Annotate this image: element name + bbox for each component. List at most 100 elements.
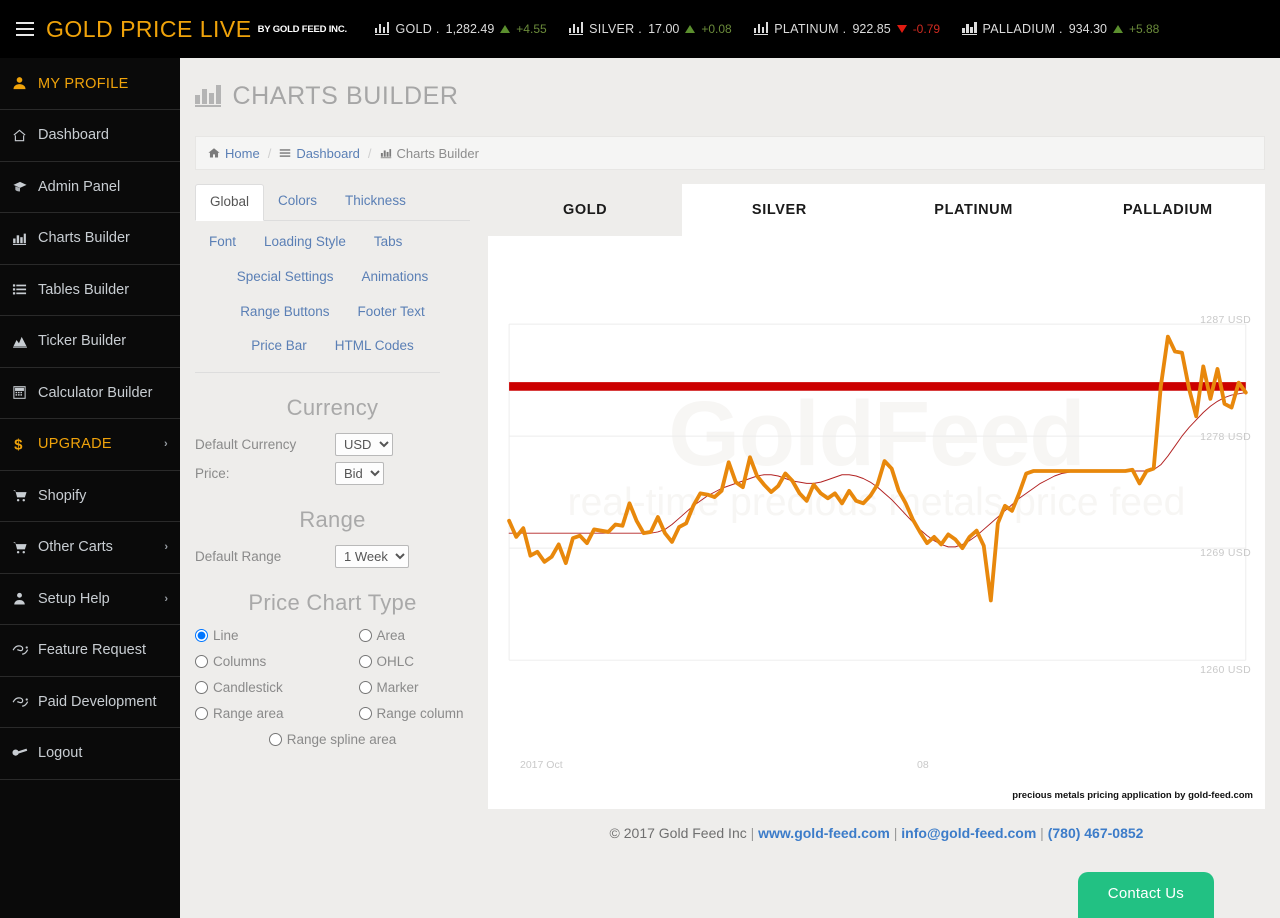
quote-name: SILVER . <box>589 22 643 36</box>
default-currency-label: Default Currency <box>195 437 297 453</box>
settings-tabs-row-2: Font Loading Style Tabs <box>195 221 470 260</box>
settings-tab-tabs[interactable]: Tabs <box>360 225 417 260</box>
chevron-right-icon: › <box>164 592 168 605</box>
sidebar-item-label: UPGRADE <box>38 436 112 453</box>
chart-y-tick-label: 1269 USD <box>1200 547 1251 559</box>
chart-type-radio[interactable] <box>268 733 282 747</box>
price-label: Price: <box>195 466 230 482</box>
default-currency-select[interactable]: USD <box>335 433 393 457</box>
chart-type-radio[interactable] <box>358 655 372 669</box>
settings-tabs-row-5: Price Bar HTML Codes <box>195 329 470 364</box>
settings-tab-range-buttons[interactable]: Range Buttons <box>226 295 343 330</box>
chart-type-radio[interactable] <box>358 629 372 643</box>
main-content: CHARTS BUILDER Home / Dashboard / Charts Bui… <box>180 58 1280 918</box>
price-select[interactable]: Bid <box>335 462 384 486</box>
sidebar-item-setup-help[interactable]: Setup Help › <box>0 574 180 625</box>
footer-website-link[interactable]: www.gold-feed.com <box>758 825 890 841</box>
footer-email-link[interactable]: info@gold-feed.com <box>901 825 1036 841</box>
chart-type-radio[interactable] <box>195 681 208 695</box>
settings-tab-html-codes[interactable]: HTML Codes <box>321 329 428 364</box>
settings-tab-colors[interactable]: Colors <box>264 184 331 220</box>
sidebar-item-paid-development[interactable]: Paid Development <box>0 677 180 728</box>
hamburger-menu-icon[interactable] <box>0 0 46 58</box>
breadcrumb-label: Home <box>225 145 260 161</box>
settings-tab-footer-text[interactable]: Footer Text <box>344 295 439 330</box>
quote-up-arrow-icon <box>500 25 511 33</box>
sidebar-item-label: Paid Development <box>38 693 157 710</box>
settings-tab-loading-style[interactable]: Loading Style <box>250 225 360 260</box>
settings-tab-special-settings[interactable]: Special Settings <box>223 260 348 295</box>
breadcrumb-link[interactable]: Home <box>208 146 260 161</box>
chart-type-option-columns[interactable]: Columns <box>195 654 333 669</box>
chart-x-tick-label: 2017 Oct <box>520 759 563 771</box>
chart-y-tick-label: 1287 USD <box>1200 314 1251 326</box>
contact-us-button[interactable]: Contact Us <box>1077 872 1214 918</box>
sidebar-item-other-carts[interactable]: Other Carts › <box>0 522 180 574</box>
currency-section-title: Currency <box>286 395 379 421</box>
handshake-icon <box>12 695 38 709</box>
settings-tab-animations[interactable]: Animations <box>348 260 443 295</box>
chart-type-radio[interactable] <box>358 707 372 721</box>
price-row: Price: Bid <box>195 462 470 486</box>
settings-tab-thickness[interactable]: Thickness <box>331 184 420 220</box>
sidebar-item-logout[interactable]: Logout <box>0 728 180 780</box>
sidebar-item-charts-builder[interactable]: Charts Builder <box>0 213 180 265</box>
bar-chart-icon <box>568 22 584 35</box>
chart-type-radio[interactable] <box>195 629 208 643</box>
sidebar-item-calculator-builder[interactable]: Calculator Builder <box>0 368 180 419</box>
sidebar-item-upgrade[interactable]: $ UPGRADE › <box>0 419 180 471</box>
user-icon <box>12 76 38 91</box>
chart-type-option-candlestick[interactable]: Candlestick <box>195 680 333 695</box>
brand-subtitle: BY GOLD FEED INC. <box>257 23 348 35</box>
quote-change: -0.79 <box>912 22 941 36</box>
chart-type-option-marker[interactable]: Marker <box>333 680 471 695</box>
quote-item[interactable]: SILVER . 17.00 +0.08 <box>568 22 732 36</box>
quote-item[interactable]: GOLD . 1,282.49 +4.55 <box>374 22 547 36</box>
chart-type-option-area[interactable]: Area <box>333 628 471 643</box>
metal-tab-palladium[interactable]: PALLADIUM <box>1070 184 1265 236</box>
support-icon <box>12 591 38 606</box>
chart-type-option-range-spline-area[interactable]: Range spline area <box>195 732 470 747</box>
settings-tab-font[interactable]: Font <box>195 225 250 260</box>
metal-tab-gold[interactable]: GOLD <box>488 184 683 236</box>
sidebar-item-feature-request[interactable]: Feature Request <box>0 625 180 677</box>
sidebar-item-shopify[interactable]: Shopify <box>0 471 180 522</box>
metal-tab-silver[interactable]: SILVER <box>682 184 877 236</box>
page-title-text: CHARTS BUILDER <box>232 82 459 110</box>
content-row: Global Colors Thickness Font Loading Style T… <box>180 184 1280 841</box>
quote-name: PALLADIUM . <box>982 22 1063 36</box>
sidebar-item-ticker-builder[interactable]: Ticker Builder <box>0 316 180 368</box>
chart-type-radio[interactable] <box>195 655 208 669</box>
breadcrumb-separator: / <box>367 145 372 161</box>
sidebar-item-label: Setup Help <box>38 590 110 607</box>
chart-y-tick-label: 1278 USD <box>1200 431 1251 443</box>
default-range-select[interactable]: 1 Week <box>335 545 409 569</box>
cart-icon <box>12 488 38 503</box>
chart-type-option-range-area[interactable]: Range area <box>195 706 333 721</box>
price-chart[interactable]: GoldFeed real-time precious metals price… <box>488 236 1265 809</box>
quote-name: GOLD . <box>395 22 440 36</box>
quote-item[interactable]: PALLADIUM . 934.30 +5.88 <box>962 22 1159 36</box>
footer-phone-link[interactable]: (780) 467-0852 <box>1048 825 1144 841</box>
chart-type-radio[interactable] <box>358 681 372 695</box>
chart-type-option-ohlc[interactable]: OHLC <box>333 654 471 669</box>
settings-tab-price-bar[interactable]: Price Bar <box>237 329 321 364</box>
breadcrumb-current: Charts Builder <box>380 146 479 161</box>
settings-tab-global[interactable]: Global <box>195 184 265 221</box>
chart-type-option-line[interactable]: Line <box>195 628 333 643</box>
sidebar-item-tables-builder[interactable]: Tables Builder <box>0 265 180 316</box>
sidebar-item-label: Shopify <box>38 487 87 504</box>
sidebar-item-admin-panel[interactable]: Admin Panel <box>0 162 180 213</box>
metal-tab-platinum[interactable]: PLATINUM <box>876 184 1071 236</box>
dollar-icon: $ <box>12 436 38 453</box>
chart-type-radio[interactable] <box>195 707 208 721</box>
quote-item[interactable]: PLATINUM . 922.85 -0.79 <box>753 22 941 36</box>
breadcrumb-label: Charts Builder <box>396 145 479 161</box>
sidebar-item-my-profile[interactable]: MY PROFILE <box>0 58 180 110</box>
sidebar-item-dashboard[interactable]: Dashboard <box>0 110 180 162</box>
bar-chart-icon <box>753 22 769 35</box>
chart-type-option-range-column[interactable]: Range column <box>333 706 471 721</box>
metal-tabs: GOLD SILVER PLATINUM PALLADIUM <box>488 184 1265 236</box>
breadcrumb-link[interactable]: Dashboard <box>279 146 360 161</box>
brand-title: GOLD PRICE LIVE <box>46 15 252 42</box>
